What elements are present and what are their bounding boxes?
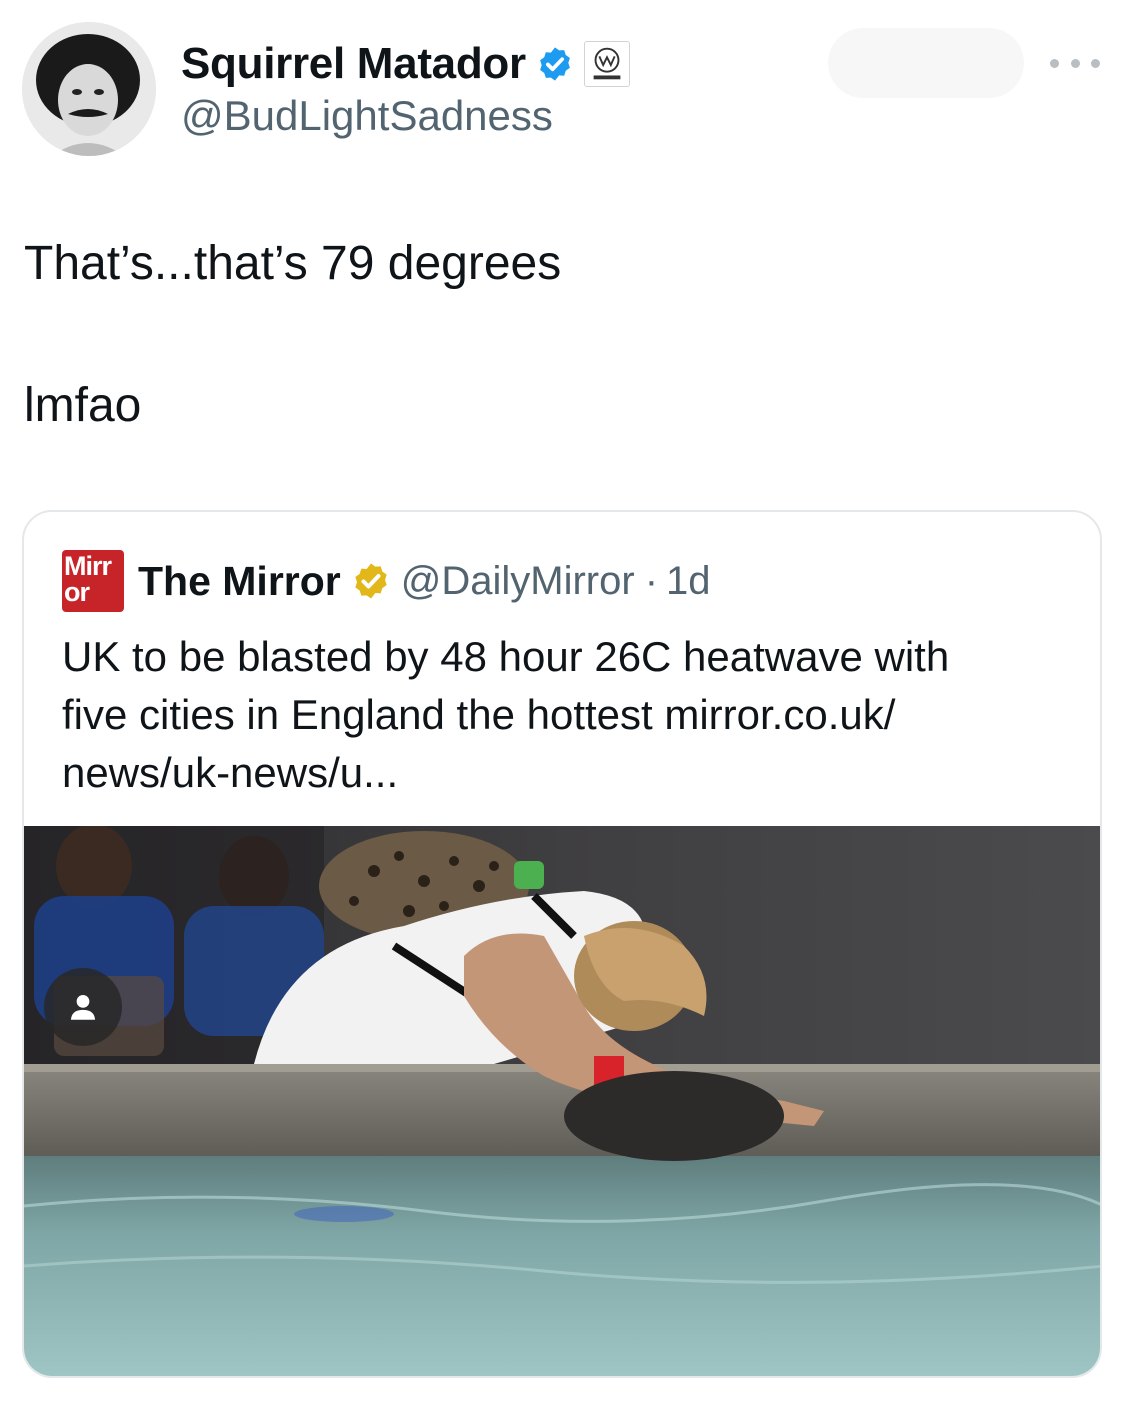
author-handle[interactable]: @BudLightSadness bbox=[181, 92, 553, 140]
quote-media-image[interactable] bbox=[24, 826, 1100, 1376]
tweet-text-line-1: That’s...that’s 79 degrees bbox=[24, 237, 562, 290]
more-dot-icon bbox=[1050, 58, 1059, 68]
tweet-text-line-2: lmfao bbox=[24, 379, 142, 432]
tweet-header: Squirrel Matador @BudLightSadness bbox=[0, 0, 1125, 170]
quote-text-line: news/uk-news/u... bbox=[62, 749, 399, 796]
more-options-icon[interactable] bbox=[1050, 48, 1100, 78]
person-icon bbox=[70, 994, 96, 1020]
more-dot-icon bbox=[1070, 58, 1080, 68]
author-display-name[interactable]: Squirrel Matador bbox=[181, 39, 526, 89]
verified-badge-icon bbox=[539, 47, 570, 81]
quote-text-line: UK to be blasted by 48 hour 26C heatwave… bbox=[62, 633, 950, 680]
quote-text-line: five cities in England the hottest mirro… bbox=[62, 691, 896, 738]
quote-text: UK to be blasted by 48 hour 26C heatwave… bbox=[62, 628, 1062, 802]
mirror-logo-text-2: or bbox=[64, 577, 90, 607]
quote-author-handle[interactable]: @DailyMirror bbox=[401, 559, 635, 604]
quote-header: Mirr or The Mirror @DailyMirror · 1d bbox=[62, 550, 711, 612]
author-name-row: Squirrel Matador bbox=[181, 38, 630, 90]
more-dot-icon bbox=[1091, 58, 1100, 68]
tagged-people-icon[interactable] bbox=[44, 968, 122, 1046]
quote-timestamp[interactable]: 1d bbox=[666, 559, 711, 604]
author-avatar[interactable] bbox=[22, 22, 156, 156]
quote-tweet-card[interactable]: Mirr or The Mirror @DailyMirror · 1d UK … bbox=[22, 510, 1102, 1378]
affiliate-badge-icon[interactable] bbox=[583, 41, 630, 87]
gold-verified-badge-icon bbox=[355, 563, 387, 599]
quote-author-name[interactable]: The Mirror bbox=[138, 558, 341, 605]
mirror-logo-text-1: Mirr bbox=[64, 551, 112, 581]
follow-button[interactable] bbox=[828, 28, 1024, 98]
mirror-logo-icon[interactable]: Mirr or bbox=[62, 550, 124, 612]
quote-separator: · bbox=[644, 558, 659, 603]
